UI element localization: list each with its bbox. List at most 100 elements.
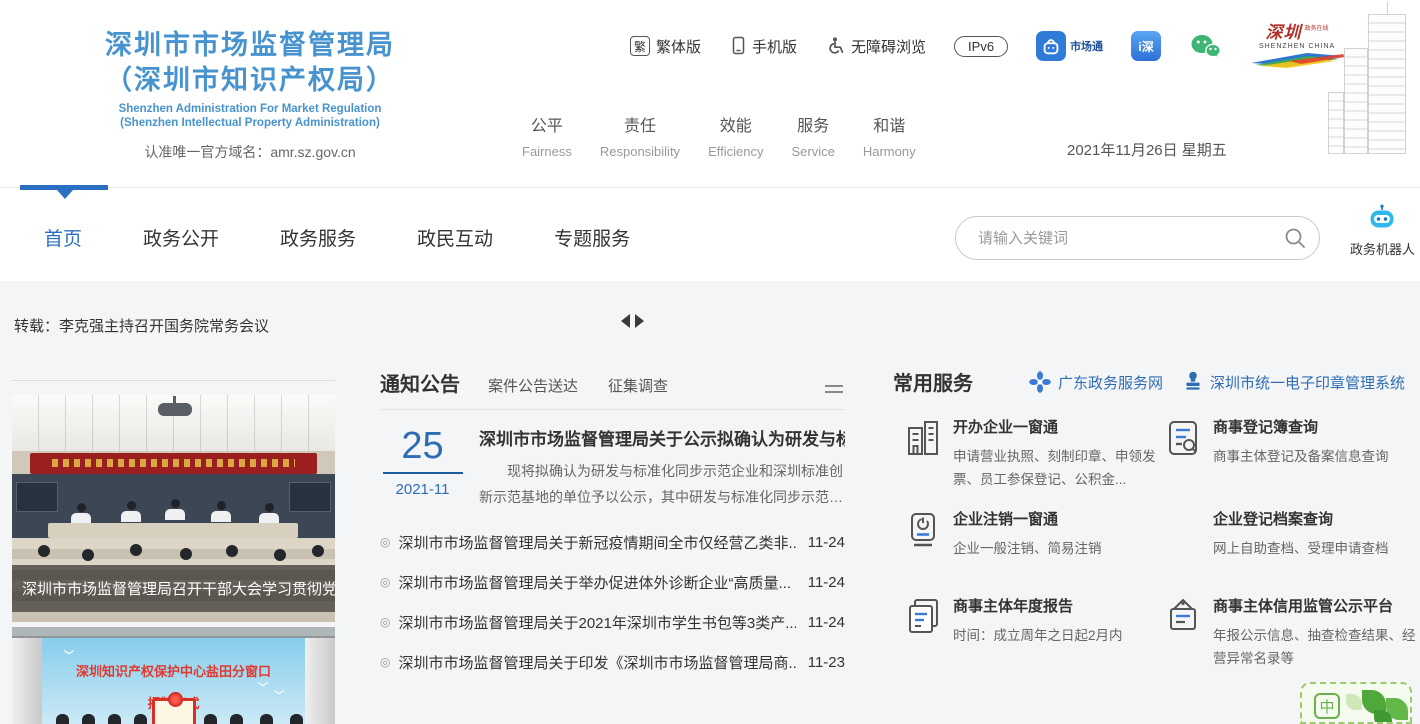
market-app-label: 市场通 (1070, 38, 1103, 54)
value-efficiency: 效能 Efficiency (708, 112, 763, 159)
featured-notice-summary: 现将拟确认为研发与标准化同步示范企业和深圳标准创新示范基地的单位予以公示，其中研… (479, 458, 845, 510)
accessibility-link[interactable]: 无障碍浏览 (825, 36, 926, 57)
featured-notice-title[interactable]: 深圳市市场监督管理局关于公示拟确认为研发与标... (479, 425, 845, 450)
services-title: 常用服务 (893, 367, 973, 396)
market-app-link[interactable]: 市场通 (1036, 31, 1103, 61)
market-app-icon (1036, 31, 1066, 61)
ticker-next-icon[interactable] (635, 314, 644, 328)
current-date: 2021年11月26日 星期五 (1067, 139, 1227, 160)
seal-icon (1183, 372, 1203, 392)
photo-banner (30, 453, 317, 474)
traditional-label: 繁体版 (656, 36, 701, 57)
photo-projector (158, 403, 192, 416)
site-logo[interactable]: 深圳市市场监督管理局 （深圳市知识产权局） Shenzhen Administr… (25, 28, 475, 162)
photo2-plaque (152, 698, 196, 724)
featured-day: 25 (380, 425, 465, 467)
search-box (955, 216, 1320, 260)
ishenzhen-app-icon: i深 (1131, 31, 1161, 61)
official-domain-note: 认准唯一官方域名：amr.sz.gov.cn (25, 142, 475, 162)
notice-list: ◎ 深圳市市场监督管理局关于新冠疫情期间全市仅经营乙类非... 11-24 ◎ … (380, 522, 845, 682)
nav-item-gov-affairs[interactable]: 政务公开 (143, 224, 219, 251)
tab-case-announcements[interactable]: 案件公告送达 (488, 375, 578, 396)
notice-item[interactable]: ◎ 深圳市市场监督管理局关于2021年深圳市学生书包等3类产... 11-24 (380, 602, 845, 642)
search-icon[interactable] (1271, 226, 1319, 250)
photo2-pillar-left (12, 638, 42, 724)
value-responsibility: 责任 Responsibility (600, 112, 680, 159)
gov-robot-entry[interactable]: 政务机器人 (1350, 204, 1414, 258)
nav-item-gov-services[interactable]: 政务服务 (280, 224, 356, 251)
service-archive-search[interactable]: 企业登记档案查询 网上自助查档、受理申请查档 (1213, 508, 1420, 560)
report-icon (905, 597, 941, 647)
carousel-slide-1[interactable]: 深圳市市场监督管理局召开干部大会学习贯彻党的十... (12, 395, 335, 622)
nav-item-home[interactable]: 首页 (44, 224, 82, 251)
ipv6-label: IPv6 (954, 36, 1008, 57)
widget-zhong-label: 中 (1314, 693, 1340, 719)
bullet-icon: ◎ (380, 655, 390, 669)
pinwheel-icon (1029, 371, 1051, 393)
mobile-label: 手机版 (752, 36, 797, 57)
services-section: 常用服务 广东政务服务网 深圳市统一电子印章管理系统 (893, 368, 1405, 714)
notices-divider (380, 409, 845, 410)
carousel-caption[interactable]: 深圳市市场监督管理局召开干部大会学习贯彻党的十... (12, 565, 335, 612)
nav-item-special-topics[interactable]: 专题服务 (554, 224, 630, 251)
bullet-icon: ◎ (380, 575, 390, 589)
active-tab-indicator (20, 185, 108, 190)
main-nav: 首页 政务公开 政务服务 政民互动 专题服务 政务机器人 (0, 187, 1420, 281)
traditional-chinese-link[interactable]: 繁 繁体版 (630, 36, 701, 57)
ticker-arrows (621, 314, 644, 328)
phone-icon (729, 36, 747, 56)
notices-more-icon[interactable] (825, 381, 843, 393)
robot-label: 政务机器人 (1350, 239, 1414, 258)
featured-notice-datebox: 25 2021-11 (380, 425, 465, 510)
value-fairness: 公平 Fairness (522, 112, 572, 159)
link-guangdong-gov-service[interactable]: 广东政务服务网 (1029, 371, 1163, 393)
carousel-slide-2[interactable]: ﹀ ﹀ ﹀ 深圳知识产权保护中心盐田分窗口 揭牌仪式 (12, 627, 335, 724)
signboard-icon (1165, 597, 1201, 670)
news-ticker[interactable]: 转载：李克强主持召开国务院常务会议 (14, 315, 269, 336)
power-icon (905, 510, 941, 560)
floating-widget[interactable]: 中 (1300, 682, 1412, 724)
site-title-cn-1: 深圳市市场监督管理局 (25, 28, 475, 63)
value-service: 服务 Service (791, 112, 834, 159)
ishenzhen-app-link[interactable]: i深 (1131, 31, 1161, 61)
buildings-icon (905, 418, 941, 491)
notice-item[interactable]: ◎ 深圳市市场监督管理局关于印发《深圳市市场监督管理局商... 11-23 (380, 642, 845, 682)
content-area: 转载：李克强主持召开国务院常务会议 (0, 281, 1420, 724)
building-sketch-graphic (1310, 0, 1420, 155)
value-harmony: 和谐 Harmony (863, 112, 916, 159)
photo2-pillar-right (305, 638, 335, 724)
ipv6-badge[interactable]: IPv6 (954, 36, 1008, 57)
search-input[interactable] (956, 230, 1271, 247)
site-title-en-1: Shenzhen Administration For Market Regul… (25, 102, 475, 116)
photo2-beam (12, 627, 335, 638)
mobile-version-link[interactable]: 手机版 (729, 36, 797, 57)
traditional-icon: 繁 (630, 36, 650, 56)
core-values-row: 公平 Fairness 责任 Responsibility 效能 Efficie… (522, 112, 944, 159)
notices-section: 通知公告 案件公告送达 征集调查 25 2021-11 深圳市市场监督管理局关于… (380, 368, 845, 682)
notice-item[interactable]: ◎ 深圳市市场监督管理局关于举办促进体外诊断企业“高质量... 11-24 (380, 562, 845, 602)
nav-item-interaction[interactable]: 政民互动 (417, 224, 493, 251)
service-registry-search[interactable]: 商事登记簿查询 商事主体登记及备案信息查询 (1165, 416, 1420, 468)
service-deregistration[interactable]: 企业注销一窗通 企业一般注销、简易注销 (905, 508, 1168, 560)
featured-month: 2021-11 (380, 481, 465, 498)
link-eseal-system[interactable]: 深圳市统一电子印章管理系统 (1183, 372, 1405, 393)
utility-bar: 繁 繁体版 手机版 无障碍浏览 IPv6 (630, 28, 1345, 64)
service-open-business[interactable]: 开办企业一窗通 申请营业执照、刻制印章、申领发票、员工参保登记、公积金... (905, 416, 1168, 491)
carousel-divider (12, 380, 335, 381)
bullet-icon: ◎ (380, 535, 390, 549)
wheelchair-icon (825, 36, 845, 56)
service-credit-platform[interactable]: 商事主体信用监管公示平台 年报公示信息、抽查检查结果、经营异常名录等 (1165, 595, 1420, 670)
document-search-icon (1165, 418, 1201, 468)
shenzhen-gov-logo-cn: 深圳 (1266, 24, 1302, 41)
wechat-link[interactable] (1189, 33, 1221, 60)
wechat-icon (1189, 33, 1221, 60)
page: 深圳市市场监督管理局 （深圳市知识产权局） Shenzhen Administr… (0, 0, 1420, 724)
featured-notice[interactable]: 25 2021-11 深圳市市场监督管理局关于公示拟确认为研发与标... 现将拟… (380, 425, 845, 510)
bullet-icon: ◎ (380, 615, 390, 629)
robot-icon (1366, 204, 1398, 232)
tab-surveys[interactable]: 征集调查 (608, 375, 668, 396)
service-annual-report[interactable]: 商事主体年度报告 时间：成立周年之日起2月内 (905, 595, 1168, 647)
notice-item[interactable]: ◎ 深圳市市场监督管理局关于新冠疫情期间全市仅经营乙类非... 11-24 (380, 522, 845, 562)
ticker-prev-icon[interactable] (621, 314, 630, 328)
photo2-banner-line1: 深圳知识产权保护中心盐田分窗口 (42, 661, 305, 680)
